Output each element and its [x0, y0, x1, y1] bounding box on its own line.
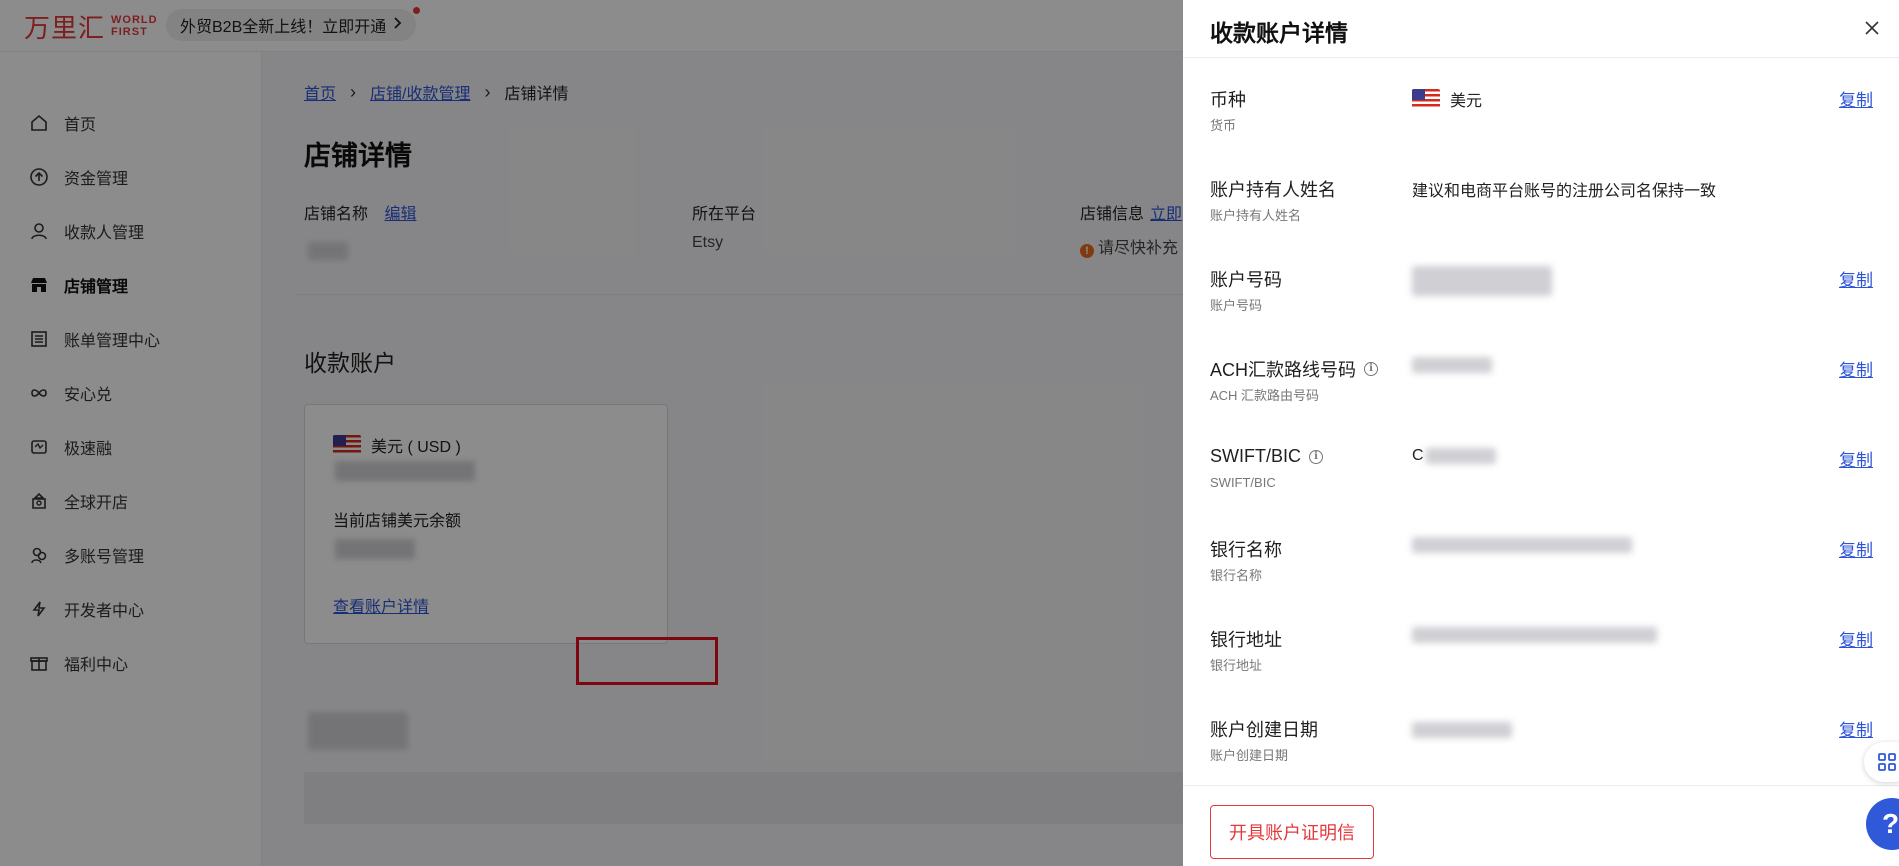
- account-number-redacted: [1412, 266, 1552, 296]
- swift-code-redacted: [1425, 448, 1496, 464]
- info-icon[interactable]: i: [1364, 362, 1379, 376]
- row-sub-label: 账户持有人姓名: [1210, 208, 1302, 223]
- row-label: SWIFT/BIC i: [1210, 446, 1323, 467]
- copy-bank-address-button[interactable]: 复制: [1839, 626, 1873, 651]
- copy-created-date-button[interactable]: 复制: [1839, 716, 1873, 741]
- row-value: C: [1412, 447, 1496, 465]
- row-label: 账户创建日期: [1210, 720, 1318, 740]
- row-sub-label: 账户号码: [1210, 298, 1263, 313]
- row-sub-label: 货币: [1210, 118, 1237, 133]
- row-value: [1412, 537, 1632, 553]
- drawer-title: 收款账户详情: [1210, 20, 1348, 46]
- detail-row-currency: 币种 货币 美元 复制: [1183, 86, 1899, 176]
- row-label: 银行地址: [1210, 630, 1282, 650]
- row-sub-label: 银行名称: [1210, 568, 1263, 583]
- created-date-redacted: [1412, 722, 1512, 738]
- bank-address-redacted: [1412, 627, 1657, 643]
- detail-row-holder-name: 账户持有人姓名 账户持有人姓名 建议和电商平台账号的注册公司名保持一致: [1183, 176, 1899, 266]
- copy-swift-button[interactable]: 复制: [1839, 446, 1873, 471]
- detail-row-created-date: 账户创建日期 账户创建日期 复制: [1183, 716, 1899, 784]
- issue-account-certificate-button[interactable]: 开具账户证明信: [1210, 805, 1374, 859]
- row-label: 币种: [1210, 90, 1246, 110]
- grid-icon: [1878, 753, 1896, 771]
- row-value: 美元: [1412, 87, 1482, 111]
- row-value: [1412, 627, 1657, 643]
- row-label: 账户持有人姓名: [1210, 180, 1336, 200]
- copy-bank-name-button[interactable]: 复制: [1839, 536, 1873, 561]
- row-label: 银行名称: [1210, 540, 1282, 560]
- close-button[interactable]: [1857, 13, 1887, 43]
- row-value: [1412, 722, 1512, 738]
- row-sub-label: 银行地址: [1210, 658, 1263, 673]
- row-value: [1412, 357, 1492, 373]
- ach-number-redacted: [1412, 357, 1492, 373]
- detail-row-ach: ACH汇款路线号码 i ACH 汇款路由号码 复制: [1183, 356, 1899, 446]
- row-sub-label: SWIFT/BIC: [1210, 475, 1276, 490]
- bank-name-redacted: [1412, 537, 1632, 553]
- copy-account-number-button[interactable]: 复制: [1839, 266, 1873, 291]
- account-details-drawer: 收款账户详情 币种 货币 美元 复制 账户持有人姓名 账户持有人姓名 建议和电商…: [1183, 0, 1899, 866]
- row-value: [1412, 266, 1552, 296]
- row-sub-label: ACH 汇款路由号码: [1210, 388, 1320, 403]
- detail-row-account-number: 账户号码 账户号码 复制: [1183, 266, 1899, 356]
- us-flag-icon: [1412, 89, 1440, 109]
- info-icon[interactable]: i: [1309, 449, 1323, 464]
- close-icon: [1865, 21, 1879, 35]
- row-value: 建议和电商平台账号的注册公司名保持一致: [1412, 183, 1717, 200]
- floating-apps-button[interactable]: [1864, 742, 1899, 782]
- row-label: ACH汇款路线号码 i: [1210, 356, 1379, 382]
- detail-row-bank-address: 银行地址 银行地址 复制: [1183, 626, 1899, 716]
- drawer-header: 收款账户详情: [1183, 0, 1899, 58]
- drawer-footer: 开具账户证明信: [1183, 785, 1899, 866]
- row-sub-label: 账户创建日期: [1210, 748, 1289, 763]
- copy-currency-button[interactable]: 复制: [1839, 86, 1873, 111]
- detail-row-swift: SWIFT/BIC i SWIFT/BIC C 复制: [1183, 446, 1899, 536]
- copy-ach-button[interactable]: 复制: [1839, 356, 1873, 381]
- detail-row-bank-name: 银行名称 银行名称 复制: [1183, 536, 1899, 626]
- row-label: 账户号码: [1210, 270, 1282, 290]
